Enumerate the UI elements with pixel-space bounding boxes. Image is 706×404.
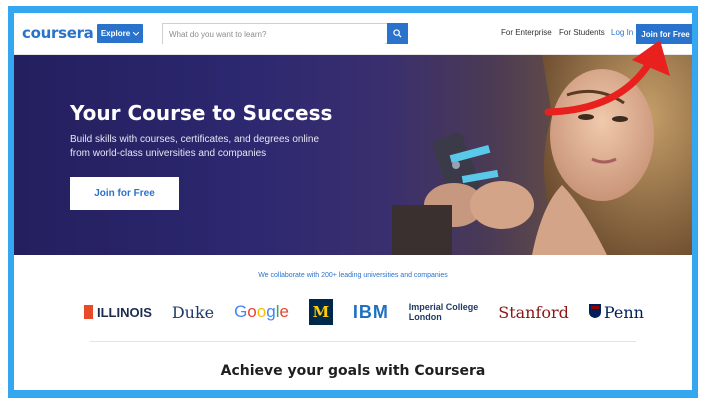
browser-viewport: coursera Explore For Enterprise For Stud…: [14, 13, 692, 390]
hero-photo: [392, 55, 692, 255]
illinois-i-icon: [84, 305, 93, 319]
illinois-label: ILLINOIS: [97, 304, 152, 320]
partner-imperial[interactable]: Imperial College London: [409, 302, 479, 322]
screenshot-frame: coursera Explore For Enterprise For Stud…: [8, 6, 698, 398]
explore-button[interactable]: Explore: [97, 24, 143, 43]
for-students-link[interactable]: For Students: [559, 28, 605, 37]
hero-join-button[interactable]: Join for Free: [70, 177, 179, 210]
partners-intro: We collaborate with 200+ leading univers…: [258, 272, 448, 279]
top-nav: coursera Explore For Enterprise For Stud…: [14, 13, 692, 55]
penn-shield-icon: [588, 303, 601, 322]
imperial-line2: London: [408, 312, 442, 322]
login-link[interactable]: Log In: [611, 28, 633, 37]
search-button[interactable]: [387, 23, 408, 44]
partner-google[interactable]: Google: [234, 302, 289, 322]
hero-subtitle: Build skills with courses, certificates,…: [70, 134, 320, 159]
section-divider: [90, 341, 636, 342]
search-input[interactable]: [163, 25, 385, 44]
partner-illinois[interactable]: ILLINOIS: [84, 305, 152, 320]
imperial-line1: Imperial College: [408, 302, 479, 312]
search-icon: [393, 25, 402, 43]
search-bar: [162, 23, 408, 44]
hero-title: Your Course to Success: [70, 101, 333, 125]
for-enterprise-link[interactable]: For Enterprise: [501, 28, 552, 37]
coursera-logo[interactable]: coursera: [22, 24, 94, 42]
goals-heading: Achieve your goals with Coursera: [220, 363, 486, 379]
partner-ibm[interactable]: IBM: [353, 302, 389, 323]
partner-penn[interactable]: Penn: [588, 302, 644, 322]
partner-stanford[interactable]: Stanford: [498, 303, 569, 322]
hero-banner: Your Course to Success Build skills with…: [14, 55, 692, 255]
penn-label: Penn: [603, 302, 644, 322]
chevron-down-icon: [132, 29, 140, 38]
explore-label: Explore: [100, 29, 131, 38]
join-for-free-button[interactable]: Join for Free: [636, 24, 692, 44]
partner-michigan[interactable]: M: [308, 299, 333, 325]
partner-duke[interactable]: Duke: [172, 303, 214, 322]
partner-logos: ILLINOIS Duke Google M IBM Imperial Coll…: [84, 297, 644, 327]
